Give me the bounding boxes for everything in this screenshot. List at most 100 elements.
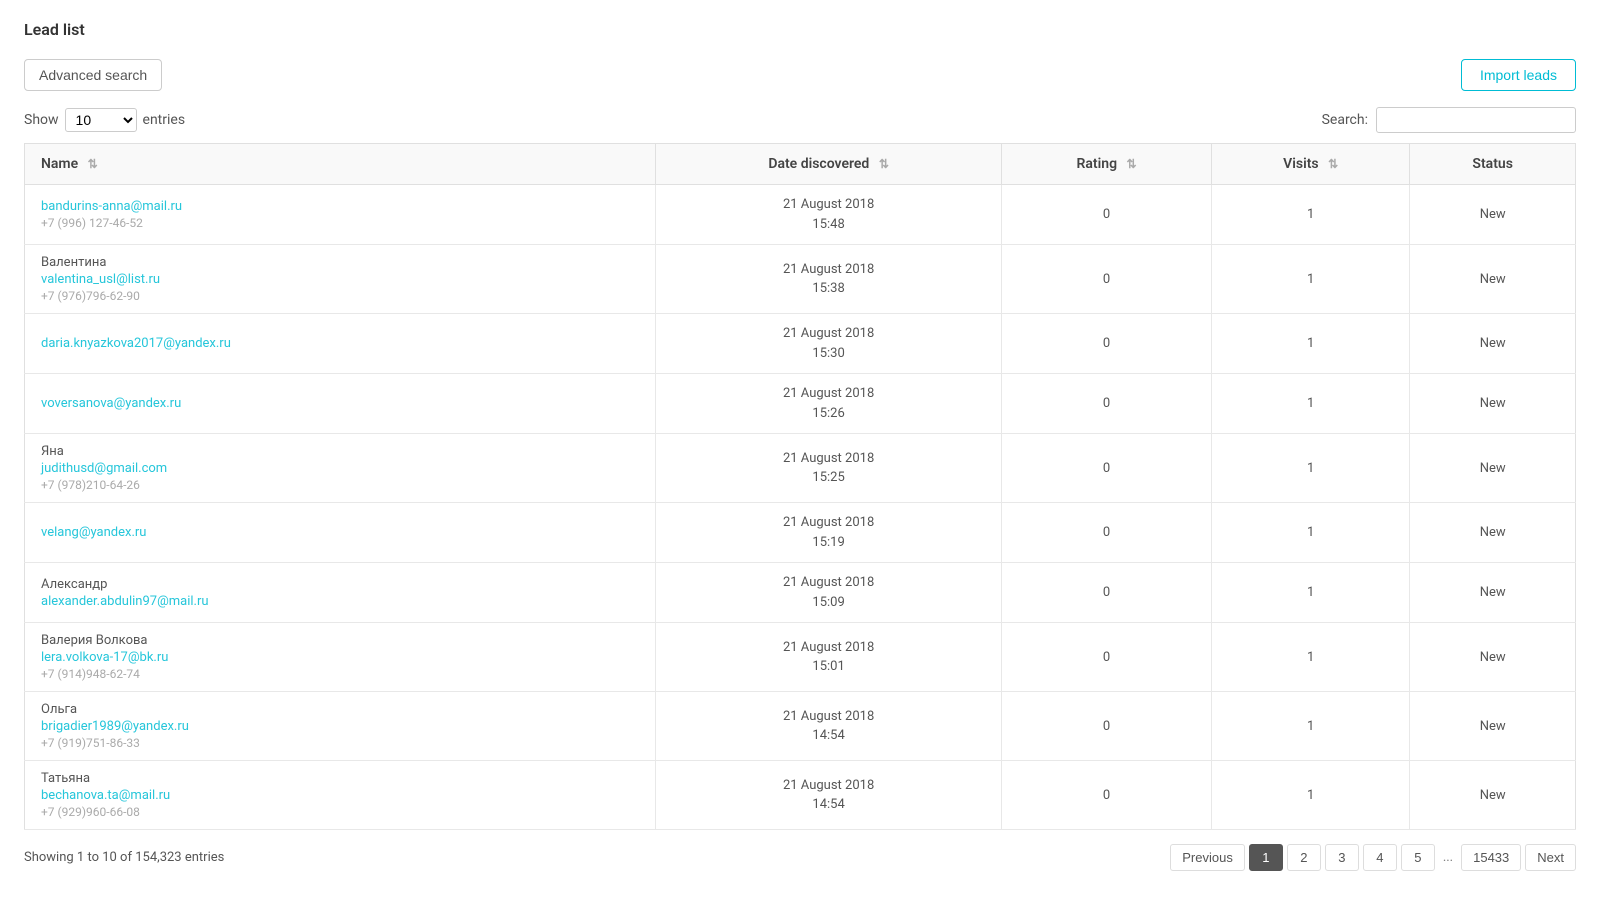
lead-phone: +7 (929)960-66-08 — [41, 805, 639, 819]
lead-email[interactable]: velang@yandex.ru — [41, 525, 146, 540]
pagination-page-5[interactable]: 5 — [1401, 844, 1435, 871]
search-label: Search: — [1322, 112, 1368, 128]
lead-phone: +7 (976)796-62-90 — [41, 289, 639, 303]
name-cell: bandurins-anna@mail.ru +7 (996) 127-46-52 — [25, 185, 656, 245]
sort-visits-icon[interactable]: ⇅ — [1328, 157, 1338, 171]
date-cell: 21 August 201815:48 — [656, 185, 1002, 245]
pagination-last-page[interactable]: 15433 — [1461, 844, 1521, 871]
status-cell: New — [1410, 314, 1576, 374]
pagination-page-2[interactable]: 2 — [1287, 844, 1321, 871]
table-row[interactable]: daria.knyazkova2017@yandex.ru 21 August 2… — [25, 314, 1576, 374]
table-body: bandurins-anna@mail.ru +7 (996) 127-46-52… — [25, 185, 1576, 830]
lead-email[interactable]: bandurins-anna@mail.ru — [41, 199, 182, 214]
table-row[interactable]: Валентина valentina_usl@list.ru +7 (976)79… — [25, 245, 1576, 314]
lead-name: Татьяна — [41, 771, 639, 786]
lead-name: Ольга — [41, 702, 639, 717]
visits-cell: 1 — [1211, 623, 1409, 692]
col-rating: Rating ⇅ — [1002, 144, 1212, 185]
table-row[interactable]: Ольга brigadier1989@yandex.ru +7 (919)751-… — [25, 692, 1576, 761]
visits-cell: 1 — [1211, 563, 1409, 623]
page-title: Lead list — [24, 20, 1576, 39]
name-cell: daria.knyazkova2017@yandex.ru — [25, 314, 656, 374]
pagination-previous[interactable]: Previous — [1170, 844, 1245, 871]
table-row[interactable]: bandurins-anna@mail.ru +7 (996) 127-46-52… — [25, 185, 1576, 245]
table-row[interactable]: Александр alexander.abdulin97@mail.ru 21 A… — [25, 563, 1576, 623]
name-cell: Александр alexander.abdulin97@mail.ru — [25, 563, 656, 623]
search-row: Search: — [1322, 107, 1576, 133]
date-cell: 21 August 201815:30 — [656, 314, 1002, 374]
table-row[interactable]: voversanova@yandex.ru21 August 201815:26… — [25, 374, 1576, 434]
rating-cell: 0 — [1002, 563, 1212, 623]
show-label: Show — [24, 112, 59, 128]
table-row[interactable]: Татьяна bechanova.ta@mail.ru +7 (929)960-6… — [25, 761, 1576, 830]
status-cell: New — [1410, 185, 1576, 245]
rating-cell: 0 — [1002, 374, 1212, 434]
visits-cell: 1 — [1211, 374, 1409, 434]
visits-cell: 1 — [1211, 692, 1409, 761]
lead-phone: +7 (919)751-86-33 — [41, 736, 639, 750]
rating-cell: 0 — [1002, 623, 1212, 692]
table-row[interactable]: Янаjudithusd@gmail.com+7 (978)210-64-262… — [25, 434, 1576, 503]
import-leads-button[interactable]: Import leads — [1461, 59, 1576, 91]
date-cell: 21 August 201815:38 — [656, 245, 1002, 314]
name-cell: Яна judithusd@gmail.com +7 (978)210-64-26 — [25, 434, 656, 503]
status-cell: New — [1410, 374, 1576, 434]
name-cell: Валентина valentina_usl@list.ru +7 (976)79… — [25, 245, 656, 314]
pagination-page-4[interactable]: 4 — [1363, 844, 1397, 871]
visits-cell: 1 — [1211, 245, 1409, 314]
rating-cell: 0 — [1002, 185, 1212, 245]
visits-cell: 1 — [1211, 761, 1409, 830]
footer-row: Showing 1 to 10 of 154,323 entries Previ… — [24, 844, 1576, 871]
name-cell: velang@yandex.ru — [25, 503, 656, 563]
entries-label: entries — [143, 112, 186, 128]
date-cell: 21 August 201815:09 — [656, 563, 1002, 623]
rating-cell: 0 — [1002, 692, 1212, 761]
sort-name-icon[interactable]: ⇅ — [88, 157, 98, 171]
table-row[interactable]: velang@yandex.ru21 August 201815:1901New — [25, 503, 1576, 563]
lead-name: Яна — [41, 444, 639, 459]
lead-email[interactable]: alexander.abdulin97@mail.ru — [41, 594, 209, 609]
pagination-page-3[interactable]: 3 — [1325, 844, 1359, 871]
visits-cell: 1 — [1211, 503, 1409, 563]
lead-email[interactable]: valentina_usl@list.ru — [41, 272, 160, 287]
name-cell: Валерия Волковаlera.volkova-17@bk.ru+7 (… — [25, 623, 656, 692]
header-row: Name ⇅ Date discovered ⇅ Rating ⇅ Visits… — [25, 144, 1576, 185]
pagination-ellipsis: ... — [1439, 845, 1457, 870]
status-cell: New — [1410, 563, 1576, 623]
sort-date-icon[interactable]: ⇅ — [879, 157, 889, 171]
status-cell: New — [1410, 692, 1576, 761]
pagination: Previous12345...15433Next — [1170, 844, 1576, 871]
date-cell: 21 August 201815:01 — [656, 623, 1002, 692]
status-cell: New — [1410, 761, 1576, 830]
lead-email[interactable]: brigadier1989@yandex.ru — [41, 719, 189, 734]
rating-cell: 0 — [1002, 434, 1212, 503]
lead-name: Валентина — [41, 255, 639, 270]
sort-rating-icon[interactable]: ⇅ — [1127, 157, 1137, 171]
entries-select[interactable]: 102550100 — [65, 108, 137, 132]
lead-email[interactable]: daria.knyazkova2017@yandex.ru — [41, 336, 231, 351]
pagination-next[interactable]: Next — [1525, 844, 1576, 871]
lead-email[interactable]: bechanova.ta@mail.ru — [41, 788, 170, 803]
lead-email[interactable]: voversanova@yandex.ru — [41, 396, 181, 411]
showing-text: Showing 1 to 10 of 154,323 entries — [24, 850, 224, 865]
lead-phone: +7 (996) 127-46-52 — [41, 216, 639, 230]
lead-email[interactable]: judithusd@gmail.com — [41, 461, 167, 476]
table-row[interactable]: Валерия Волковаlera.volkova-17@bk.ru+7 (… — [25, 623, 1576, 692]
col-status: Status — [1410, 144, 1576, 185]
rating-cell: 0 — [1002, 245, 1212, 314]
status-cell: New — [1410, 245, 1576, 314]
table-header: Name ⇅ Date discovered ⇅ Rating ⇅ Visits… — [25, 144, 1576, 185]
lead-phone: +7 (978)210-64-26 — [41, 478, 639, 492]
advanced-search-button[interactable]: Advanced search — [24, 59, 162, 91]
name-cell: Ольга brigadier1989@yandex.ru +7 (919)751-… — [25, 692, 656, 761]
visits-cell: 1 — [1211, 185, 1409, 245]
lead-name: Александр — [41, 577, 639, 592]
rating-cell: 0 — [1002, 761, 1212, 830]
date-cell: 21 August 201814:54 — [656, 692, 1002, 761]
name-cell: Татьяна bechanova.ta@mail.ru +7 (929)960-6… — [25, 761, 656, 830]
col-name: Name ⇅ — [25, 144, 656, 185]
lead-email[interactable]: lera.volkova-17@bk.ru — [41, 650, 168, 665]
search-input[interactable] — [1376, 107, 1576, 133]
pagination-page-1[interactable]: 1 — [1249, 844, 1283, 871]
date-cell: 21 August 201814:54 — [656, 761, 1002, 830]
